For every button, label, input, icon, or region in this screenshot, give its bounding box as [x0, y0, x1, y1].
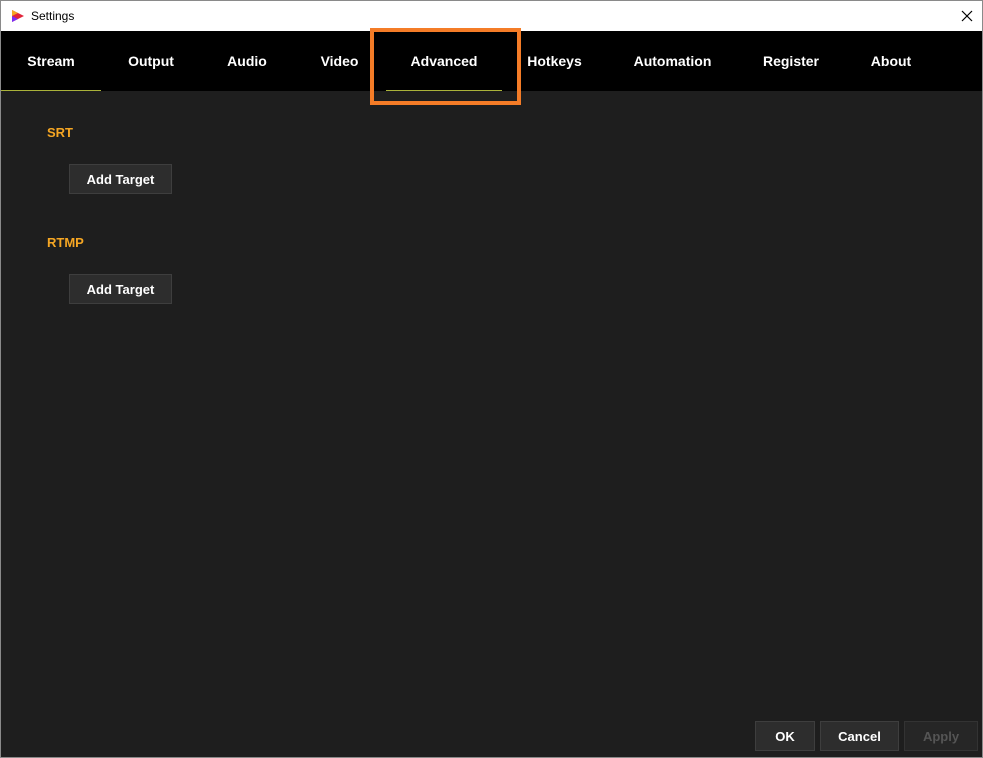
app-logo-icon	[11, 9, 25, 23]
tab-output-label: Output	[128, 53, 174, 69]
tab-output[interactable]: Output	[101, 31, 201, 91]
tab-advanced-label: Advanced	[410, 53, 478, 69]
cancel-button[interactable]: Cancel	[820, 721, 899, 751]
window-title: Settings	[31, 9, 75, 23]
tab-automation[interactable]: Automation	[607, 31, 738, 91]
apply-button[interactable]: Apply	[904, 721, 978, 751]
tab-about[interactable]: About	[844, 31, 938, 91]
tab-automation-label: Automation	[633, 53, 712, 69]
srt-add-target-button[interactable]: Add Target	[69, 164, 172, 194]
tab-about-label: About	[870, 53, 912, 69]
tab-video-label: Video	[320, 53, 359, 69]
close-button[interactable]	[952, 1, 982, 31]
close-icon	[961, 10, 973, 22]
tab-audio[interactable]: Audio	[201, 31, 293, 91]
title-bar: Settings	[1, 1, 982, 31]
tab-hotkeys-label: Hotkeys	[527, 53, 582, 69]
ok-button[interactable]: OK	[755, 721, 815, 751]
tab-video[interactable]: Video	[293, 31, 386, 91]
rtmp-add-target-button[interactable]: Add Target	[69, 274, 172, 304]
tab-advanced-underline	[386, 90, 502, 91]
tab-register-label: Register	[762, 53, 820, 69]
srt-section-label: SRT	[47, 125, 73, 140]
tab-stream-label: Stream	[27, 53, 75, 69]
tab-register[interactable]: Register	[738, 31, 844, 91]
tab-hotkeys[interactable]: Hotkeys	[502, 31, 607, 91]
rtmp-section-label: RTMP	[47, 235, 84, 250]
tab-audio-label: Audio	[227, 53, 267, 69]
settings-window: Settings Stream Output Audio Video Advan…	[0, 0, 983, 758]
settings-tab-bar: Stream Output Audio Video Advanced Hotke…	[1, 31, 982, 91]
tab-advanced[interactable]: Advanced	[386, 31, 502, 91]
tab-stream[interactable]: Stream	[1, 31, 101, 91]
tab-stream-underline	[1, 90, 101, 91]
